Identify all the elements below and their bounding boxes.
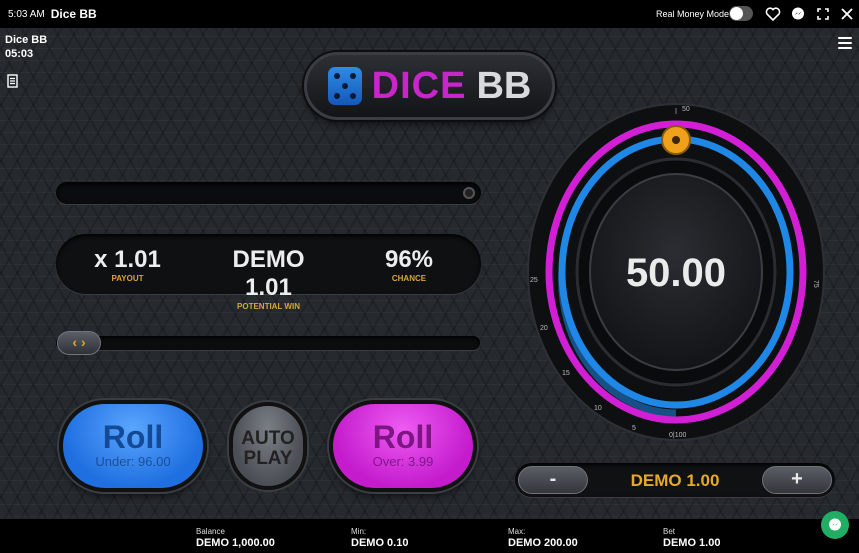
roll-result-value: 50.00 [626,251,726,295]
bet-stat: Bet DEMO 1.00 [663,527,720,549]
chance-label: CHANCE [391,274,427,283]
increase-bet-button[interactable]: + [762,466,832,494]
chat-icon[interactable] [790,6,806,22]
game-header: Dice BB 05:03 [5,33,47,61]
roll-over-target: Over: 3.99 [372,454,434,469]
bottom-bar: Balance DEMO 1,000.00 Min: DEMO 0.10 Max… [0,519,859,553]
result-dial: 50 75 5 10 15 20 25 0|100 50.00 [527,103,825,441]
chance-cell: 96% CHANCE [374,246,444,283]
history-track [56,182,481,204]
info-panel: x 1.01 PAYOUT DEMO 1.01 POTENTIAL WIN 96… [56,234,481,311]
fullscreen-icon[interactable] [815,6,831,22]
bet-label: Bet [663,527,676,536]
game-clock: 05:03 [5,48,34,60]
max-value: DEMO 200.00 [508,537,578,549]
scale-label-0-100: 0|100 [669,432,686,439]
scale-label-10: 10 [594,405,602,412]
max-label: Max: [508,527,526,536]
roll-under-target: Under: 96.00 [95,454,171,469]
decrease-bet-button[interactable]: - [518,466,588,494]
max-stat: Max: DEMO 200.00 [508,527,578,549]
track-end-dot [463,187,475,199]
payout-cell: x 1.01 PAYOUT [86,246,169,283]
hamburger-icon[interactable] [838,37,852,49]
min-label: Min: [351,527,367,536]
scale-label-25: 25 [530,277,538,284]
roll-under-label: Roll [102,419,164,455]
messenger-chat-button[interactable] [821,511,849,539]
balance-label: Balance [196,527,225,536]
app-title: Dice BB [50,7,97,21]
bet-stepper: DEMO 1.00 - + [515,463,835,497]
toggle-knob [730,7,743,20]
scale-label-15: 15 [562,370,570,377]
chance-slider-track[interactable] [56,336,480,350]
min-value: DEMO 0.10 [351,537,409,549]
auto-play-line2: PLAY [243,448,293,469]
min-stat: Min: DEMO 0.10 [351,527,408,549]
auto-play-line1: AUTO [241,428,295,449]
scale-label-5: 5 [632,425,636,432]
document-icon[interactable] [7,74,19,88]
scale-label-50: 50 [682,106,690,113]
bet-value: DEMO 1.00 [663,537,721,549]
potential-win-cell: DEMO 1.01 POTENTIAL WIN [206,246,331,311]
real-money-toggle[interactable] [729,6,753,21]
status-time: 5:03 AM [8,8,45,20]
chance-value: 96% [384,246,434,273]
roll-under-button[interactable]: Roll Under: 96.00 [59,400,207,492]
payout-label: PAYOUT [111,274,144,283]
roll-over-label: Roll [372,419,434,455]
scale-label-20: 20 [540,325,548,332]
balance-stat: Balance DEMO 1,000.00 [196,527,275,549]
payout-value: x 1.01 [94,246,161,273]
game-name: Dice BB [5,34,48,46]
game-logo: DICE BB [304,52,555,120]
close-icon[interactable] [839,6,855,22]
chance-slider-handle[interactable]: ‹ › [57,331,101,355]
messenger-icon [829,518,841,531]
logo-word-dice: DICE [371,64,467,107]
heart-icon[interactable] [765,6,781,22]
auto-play-button[interactable]: AUTO PLAY [229,402,307,490]
top-bar: 5:03 AM Dice BB Real Money Mode [0,0,859,28]
dice-icon [327,67,362,105]
potential-win-value: DEMO 1.01 [232,246,305,301]
potential-win-label: POTENTIAL WIN [237,302,300,311]
scale-label-75: 75 [812,280,819,288]
balance-value: DEMO 1,000.00 [196,537,275,549]
roll-over-button[interactable]: Roll Over: 3.99 [329,400,477,492]
real-money-label: Real Money Mode [656,9,730,19]
